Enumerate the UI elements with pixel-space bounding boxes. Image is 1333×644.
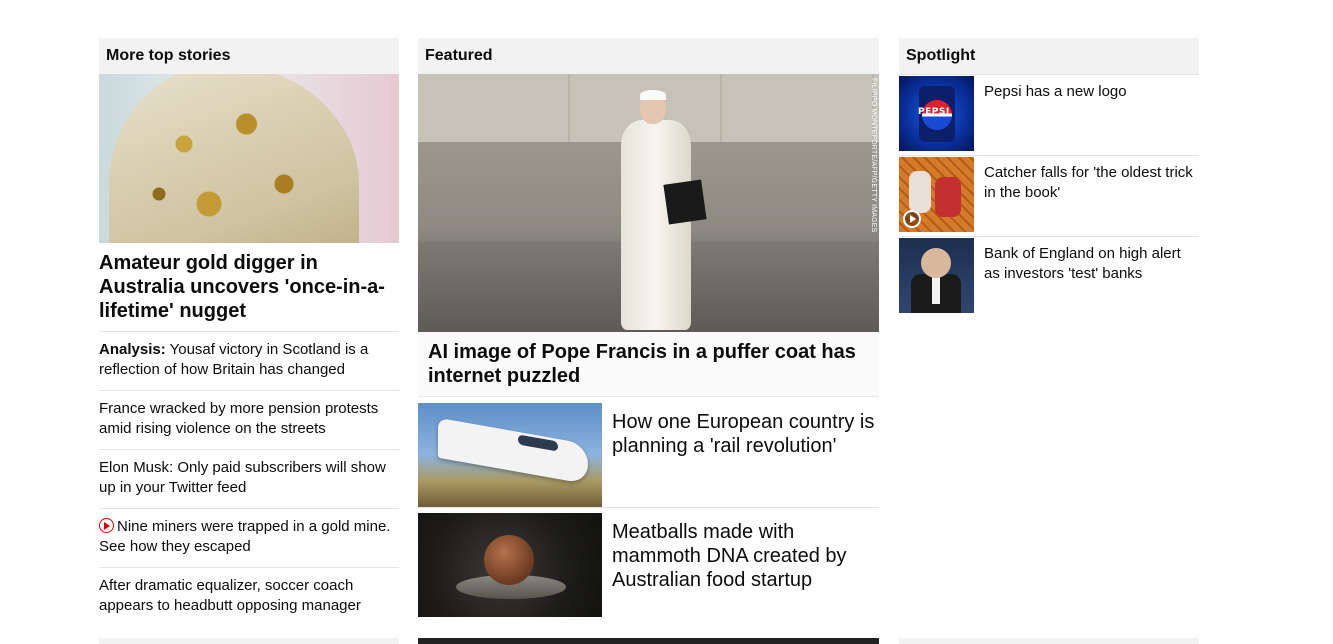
story-text: After dramatic equalizer, soccer coach a… [99, 577, 361, 614]
spotlight-headline[interactable]: Bank of England on high alert as investo… [974, 237, 1199, 317]
featured-item-headline[interactable]: Meatballs made with mammoth DNA created … [602, 513, 879, 617]
story-link[interactable]: France wracked by more pension protests … [99, 391, 399, 450]
spotlight-section: Spotlight PEPSI Pepsi has a new logo Cat… [899, 38, 1199, 317]
baseball-thumbnail[interactable] [899, 157, 974, 232]
spotlight-item[interactable]: Bank of England on high alert as investo… [899, 236, 1199, 317]
pepsi-thumbnail[interactable]: PEPSI [899, 76, 974, 151]
train-thumbnail[interactable] [418, 403, 602, 507]
spotlight-headline[interactable]: Catcher falls for 'the oldest trick in t… [974, 156, 1199, 236]
featured-headline[interactable]: AI image of Pope Francis in a puffer coa… [418, 332, 879, 397]
story-prefix: Analysis: [99, 341, 166, 358]
pope-figure-graphic [616, 90, 707, 332]
story-text: France wracked by more pension protests … [99, 400, 379, 437]
featured-item[interactable]: Meatballs made with mammoth DNA created … [418, 513, 879, 617]
story-link[interactable]: After dramatic equalizer, soccer coach a… [99, 568, 399, 626]
spotlight-headline[interactable]: Pepsi has a new logo [974, 75, 1127, 155]
spotlight-item[interactable]: Catcher falls for 'the oldest trick in t… [899, 155, 1199, 236]
video-play-icon [903, 210, 921, 228]
bank-of-england-thumbnail[interactable] [899, 238, 974, 313]
story-link[interactable]: Analysis: Yousaf victory in Scotland is … [99, 332, 399, 391]
pepsi-wordmark: PEPSI [918, 107, 950, 117]
lead-story-headline[interactable]: Amateur gold digger in Australia uncover… [99, 251, 399, 332]
story-text: Elon Musk: Only paid subscribers will sh… [99, 459, 386, 496]
nugget-graphic [109, 74, 359, 243]
section-heading: Featured [418, 38, 879, 74]
section-heading: Spotlight [899, 38, 1199, 74]
story-link[interactable]: Nine miners were trapped in a gold mine.… [99, 509, 399, 568]
pope-featured-image[interactable]: FILIPPO MONTEFORTE/AFP/GETTY IMAGES [418, 74, 879, 332]
gold-nugget-image[interactable] [99, 74, 399, 243]
next-section-edge [99, 638, 399, 644]
story-text: Nine miners were trapped in a gold mine.… [99, 518, 391, 555]
video-play-icon [99, 518, 114, 533]
spotlight-item[interactable]: PEPSI Pepsi has a new logo [899, 74, 1199, 155]
story-link[interactable]: Elon Musk: Only paid subscribers will sh… [99, 450, 399, 509]
more-top-stories-section: More top stories Amateur gold digger in … [99, 38, 399, 626]
section-heading: More top stories [99, 38, 399, 74]
next-section-edge [899, 638, 1199, 644]
featured-section: Featured FILIPPO MONTEFORTE/AFP/GETTY IM… [418, 38, 879, 617]
featured-item-headline[interactable]: How one European country is planning a '… [602, 403, 879, 507]
image-credit: FILIPPO MONTEFORTE/AFP/GETTY IMAGES [870, 78, 877, 233]
next-section-edge [418, 638, 879, 644]
featured-item[interactable]: How one European country is planning a '… [418, 403, 879, 508]
meatball-thumbnail[interactable] [418, 513, 602, 617]
